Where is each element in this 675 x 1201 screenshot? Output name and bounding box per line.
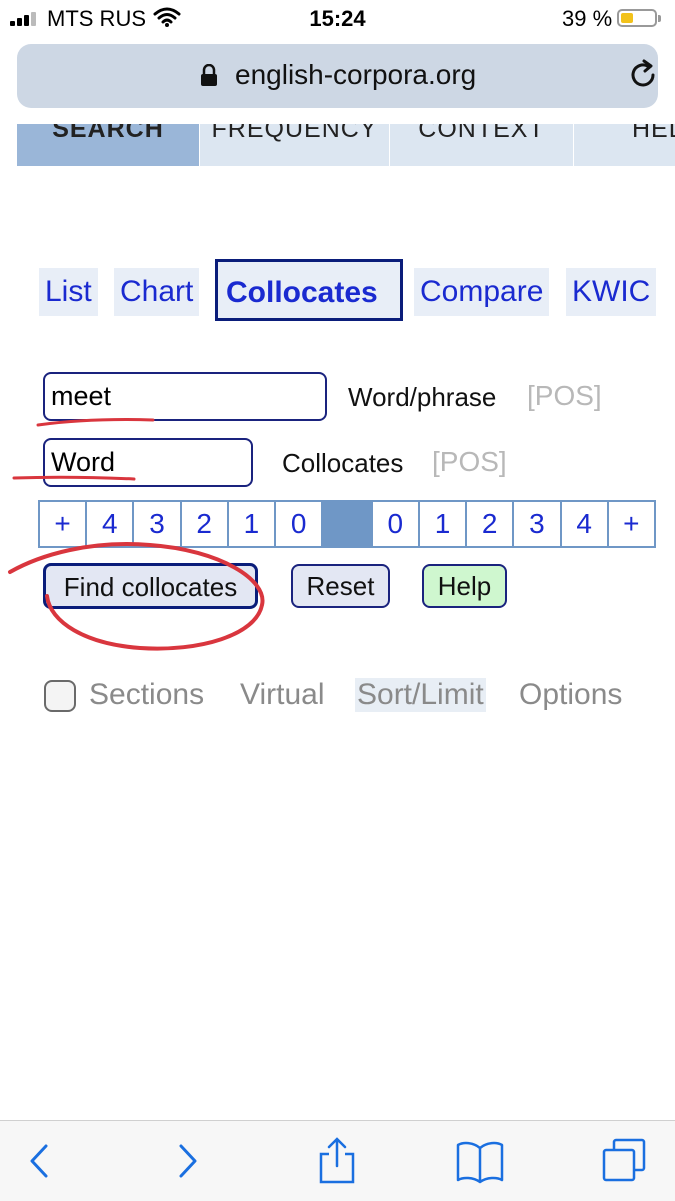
mode-collocates[interactable]: Collocates xyxy=(215,259,403,321)
span-right-2[interactable]: 2 xyxy=(467,502,515,546)
span-right-3[interactable]: 3 xyxy=(514,502,562,546)
span-left-2[interactable]: 2 xyxy=(181,502,229,546)
mode-list[interactable]: List xyxy=(39,268,98,316)
address-bar[interactable]: english-corpora.org xyxy=(17,44,658,108)
word-pos-link[interactable]: [POS] xyxy=(527,380,602,412)
mode-kwic[interactable]: KWIC xyxy=(566,268,657,316)
collocate-input[interactable] xyxy=(43,438,253,487)
mode-chart[interactable]: Chart xyxy=(114,268,200,316)
span-left-plus[interactable]: + xyxy=(40,502,88,546)
span-right-4[interactable]: 4 xyxy=(561,502,609,546)
battery-percent: 39 % xyxy=(562,6,613,31)
span-left-4[interactable]: 4 xyxy=(87,502,135,546)
collocates-label: Collocates xyxy=(282,448,404,478)
word-phrase-input[interactable] xyxy=(43,372,327,421)
find-collocates-button[interactable]: Find collocates xyxy=(43,563,258,609)
chevron-left-icon[interactable] xyxy=(14,1136,64,1186)
span-right-0[interactable]: 0 xyxy=(372,502,420,546)
help-button[interactable]: Help xyxy=(422,564,507,608)
collocate-pos-link[interactable]: [POS] xyxy=(432,446,507,478)
battery-icon xyxy=(617,9,661,27)
reset-button[interactable]: Reset xyxy=(291,564,390,608)
tab-frequency[interactable]: FREQUENCY xyxy=(200,124,390,166)
chevron-right-icon[interactable] xyxy=(163,1136,213,1186)
browser-toolbar xyxy=(0,1120,675,1201)
span-left-1[interactable]: 1 xyxy=(228,502,277,546)
span-right-1[interactable]: 1 xyxy=(419,502,468,546)
tabs-icon[interactable] xyxy=(600,1136,650,1186)
span-node xyxy=(323,502,373,546)
reload-icon[interactable] xyxy=(626,58,660,92)
sections-checkbox[interactable] xyxy=(44,680,76,712)
main-nav: SEARCH FREQUENCY CONTEXT HEL xyxy=(17,124,675,166)
tab-search[interactable]: SEARCH xyxy=(17,124,200,166)
url-text: english-corpora.org xyxy=(235,59,477,90)
status-bar: MTS RUS 15:24 39 % xyxy=(0,0,675,38)
options-link[interactable]: Options xyxy=(519,678,622,712)
mode-compare[interactable]: Compare xyxy=(414,268,550,316)
book-icon[interactable] xyxy=(455,1136,505,1186)
span-selector: + 4 3 2 1 0 0 1 2 3 4 + xyxy=(38,500,656,548)
lock-icon xyxy=(201,64,217,86)
span-right-plus[interactable]: + xyxy=(608,502,654,546)
span-left-3[interactable]: 3 xyxy=(134,502,182,546)
tab-help[interactable]: HEL xyxy=(574,124,675,166)
virtual-link[interactable]: Virtual xyxy=(240,678,325,712)
word-phrase-label: Word/phrase xyxy=(348,382,497,412)
span-left-0[interactable]: 0 xyxy=(276,502,324,546)
tab-context[interactable]: CONTEXT xyxy=(390,124,574,166)
share-icon[interactable] xyxy=(312,1136,362,1186)
sections-link[interactable]: Sections xyxy=(89,678,204,712)
sort-limit-link[interactable]: Sort/Limit xyxy=(355,678,486,712)
